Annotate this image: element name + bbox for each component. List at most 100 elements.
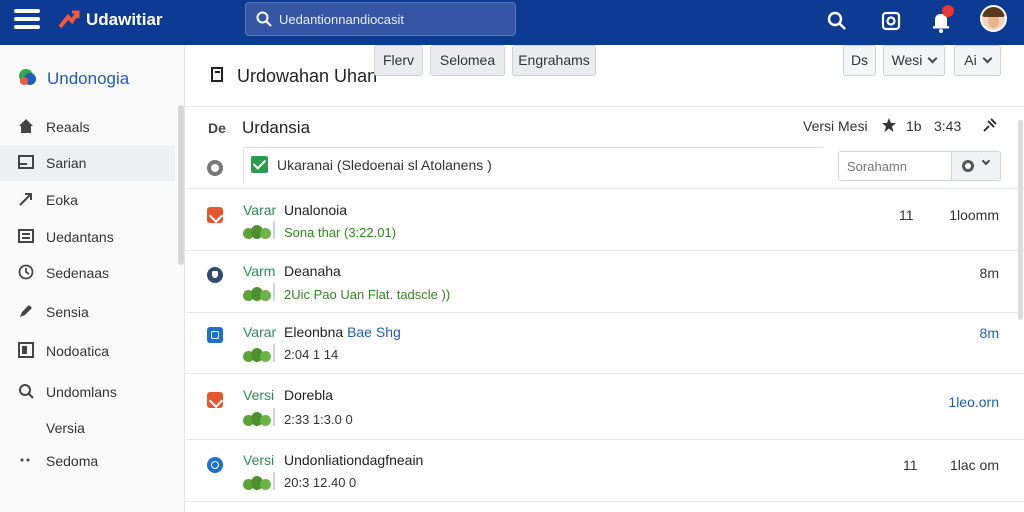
row-tag: Versi	[243, 387, 275, 403]
selomea-button[interactable]: Selomea	[430, 45, 505, 76]
filter-icon	[207, 160, 223, 176]
row-meta: 8m	[979, 265, 999, 281]
row-meta: 1loomm	[949, 207, 999, 223]
row-tag: Varar	[243, 202, 277, 218]
ai-dropdown[interactable]: Ai	[954, 45, 1001, 76]
select-all-checkbox[interactable]	[251, 156, 268, 173]
row-subtitle: 20:3 12.40 0	[284, 475, 357, 490]
sidebar-item-label: Sensia	[46, 304, 89, 320]
user-avatar[interactable]	[980, 5, 1007, 32]
brand-logo-icon	[19, 69, 36, 85]
sidebar-item-label: Sarian	[46, 155, 87, 171]
list-item[interactable]: Versi Undonliationdagfneain 20:3 12.40 0…	[186, 440, 1024, 502]
row-name-main: Eleonbna	[284, 324, 348, 340]
list-item[interactable]: Versi Dorebla 2:33 1:3.0 0 1leo.orn	[186, 374, 1024, 440]
ds-button[interactable]: Ds	[843, 45, 876, 76]
row-count: 11	[899, 207, 914, 223]
chat-icon	[207, 457, 223, 473]
sidebar-item-sensia[interactable]: Sensia	[0, 294, 175, 330]
sidebar-item-label: Undomlans	[46, 384, 117, 400]
sidebar-item-label: Eoka	[46, 192, 78, 208]
clock-icon	[18, 264, 34, 280]
chevron-down-icon	[982, 53, 993, 64]
sidebar-item-label: Versia	[46, 420, 85, 436]
row-meta: 1lac om	[949, 457, 999, 473]
chevron-down-icon	[927, 53, 938, 64]
page-header: Urdowahan Uhan Flerv Selomea Engrahams D…	[186, 45, 1024, 107]
sidebar-item-sedoma[interactable]: Sedoma	[0, 443, 175, 479]
settings-icon[interactable]	[878, 8, 904, 34]
sidebar-item-label: Reaals	[46, 119, 90, 135]
bubbles-icon	[243, 221, 275, 239]
sidebar-item-eoka[interactable]: Eoka	[0, 182, 175, 218]
dots-icon	[20, 458, 30, 462]
home-icon	[19, 119, 33, 133]
bubbles-icon	[243, 283, 275, 301]
section-doc-label: De	[208, 120, 226, 136]
main-content: De Urdansia Versi Mesi 1b 3:43 Ukaranai …	[186, 107, 1024, 512]
app-title: Udawitiar	[86, 10, 163, 29]
list-item[interactable]: Varar Eleonbna Bae Shg 2:04 1 14 8m	[186, 313, 1024, 374]
star-icon[interactable]	[881, 117, 897, 133]
engrahams-button[interactable]: Engrahams	[512, 45, 596, 76]
sidebar: Undonogia Reaals Sarian Eoka Uedantans S…	[0, 45, 185, 512]
bubbles-icon	[243, 344, 275, 362]
row-name-accent: Bae Shg	[347, 324, 401, 340]
filter-text: Ukaranai (Sledoenai sl Atolanens )	[277, 157, 492, 173]
sidebar-item-sedenaas[interactable]: Sedenaas	[0, 255, 175, 291]
square-icon	[18, 342, 34, 358]
row-meta: 8m	[979, 325, 999, 341]
row-name: Dorebla	[284, 387, 334, 403]
ai-dropdown-label: Ai	[964, 52, 977, 68]
sidebar-item-nodoatica[interactable]: Nodoatica	[0, 333, 175, 369]
row-name: Unalonoia	[284, 202, 348, 218]
row-meta: 1leo.orn	[948, 394, 999, 410]
content-scrollbar[interactable]	[1018, 120, 1023, 320]
sidebar-scrollbar[interactable]	[178, 105, 184, 265]
count-label: 1b	[906, 118, 922, 134]
row-subtitle: Sona thar (3:22.01)	[284, 225, 397, 240]
wesi-dropdown[interactable]: Wesi	[883, 45, 945, 76]
sidebar-brand-label: Undonogia	[47, 69, 130, 88]
page-title: Urdowahan Uhan	[237, 66, 378, 86]
row-tag: Varm	[243, 263, 276, 279]
search-icon[interactable]	[824, 8, 850, 34]
check-icon	[207, 392, 223, 408]
row-subtitle: 2:04 1 14	[284, 347, 339, 362]
sidebar-item-undomlans[interactable]: Undomlans	[0, 374, 175, 410]
radio-icon	[962, 160, 974, 172]
wesi-dropdown-label: Wesi	[891, 52, 923, 68]
row-name: Undonliationdagfneain	[284, 452, 424, 468]
top-bar: Udawitiar Uedantionnandiocasit	[0, 0, 1024, 45]
list-search-placeholder: Sorahamn	[847, 159, 907, 174]
list-item[interactable]: Varm Deanaha 2Uic Pao Uan Flat. tadscle …	[186, 251, 1024, 313]
list-search-input[interactable]: Sorahamn	[838, 151, 1001, 181]
menu-icon[interactable]	[14, 9, 40, 33]
list-item[interactable]: Varar Unalonoia Sona thar (3:22.01) 11 1…	[186, 189, 1024, 251]
notification-badge	[942, 5, 954, 17]
sidebar-item-reaals[interactable]: Reaals	[0, 109, 175, 145]
sidebar-item-label: Nodoatica	[46, 343, 110, 359]
row-name: Deanaha	[284, 263, 341, 279]
bubbles-icon	[243, 408, 275, 426]
global-search-input[interactable]: Uedantionnandiocasit	[245, 2, 516, 36]
sidebar-item-label: Sedenaas	[46, 265, 110, 281]
inbox-icon	[18, 229, 34, 243]
bubbles-icon	[243, 472, 275, 490]
document-icon	[211, 67, 223, 82]
row-subtitle: 2:33 1:3.0 0	[284, 412, 353, 427]
check-icon	[207, 207, 223, 223]
arrow-icon	[19, 193, 32, 206]
sidebar-item-versia[interactable]: Versia	[0, 410, 175, 446]
search-icon	[19, 384, 34, 399]
pin-icon[interactable]	[982, 117, 998, 133]
sidebar-item-label: Sedoma	[46, 453, 99, 469]
sidebar-item-uedantans[interactable]: Uedantans	[0, 219, 175, 255]
flerv-button[interactable]: Flerv	[374, 45, 423, 76]
search-icon	[256, 11, 272, 27]
search-options-button[interactable]	[951, 152, 1000, 180]
version-label: Versi Mesi	[803, 118, 868, 134]
sidebar-item-sarian[interactable]: Sarian	[0, 145, 175, 181]
row-count: 11	[903, 457, 918, 473]
filter-row: Ukaranai (Sledoenai sl Atolanens ) Sorah…	[186, 147, 1024, 189]
